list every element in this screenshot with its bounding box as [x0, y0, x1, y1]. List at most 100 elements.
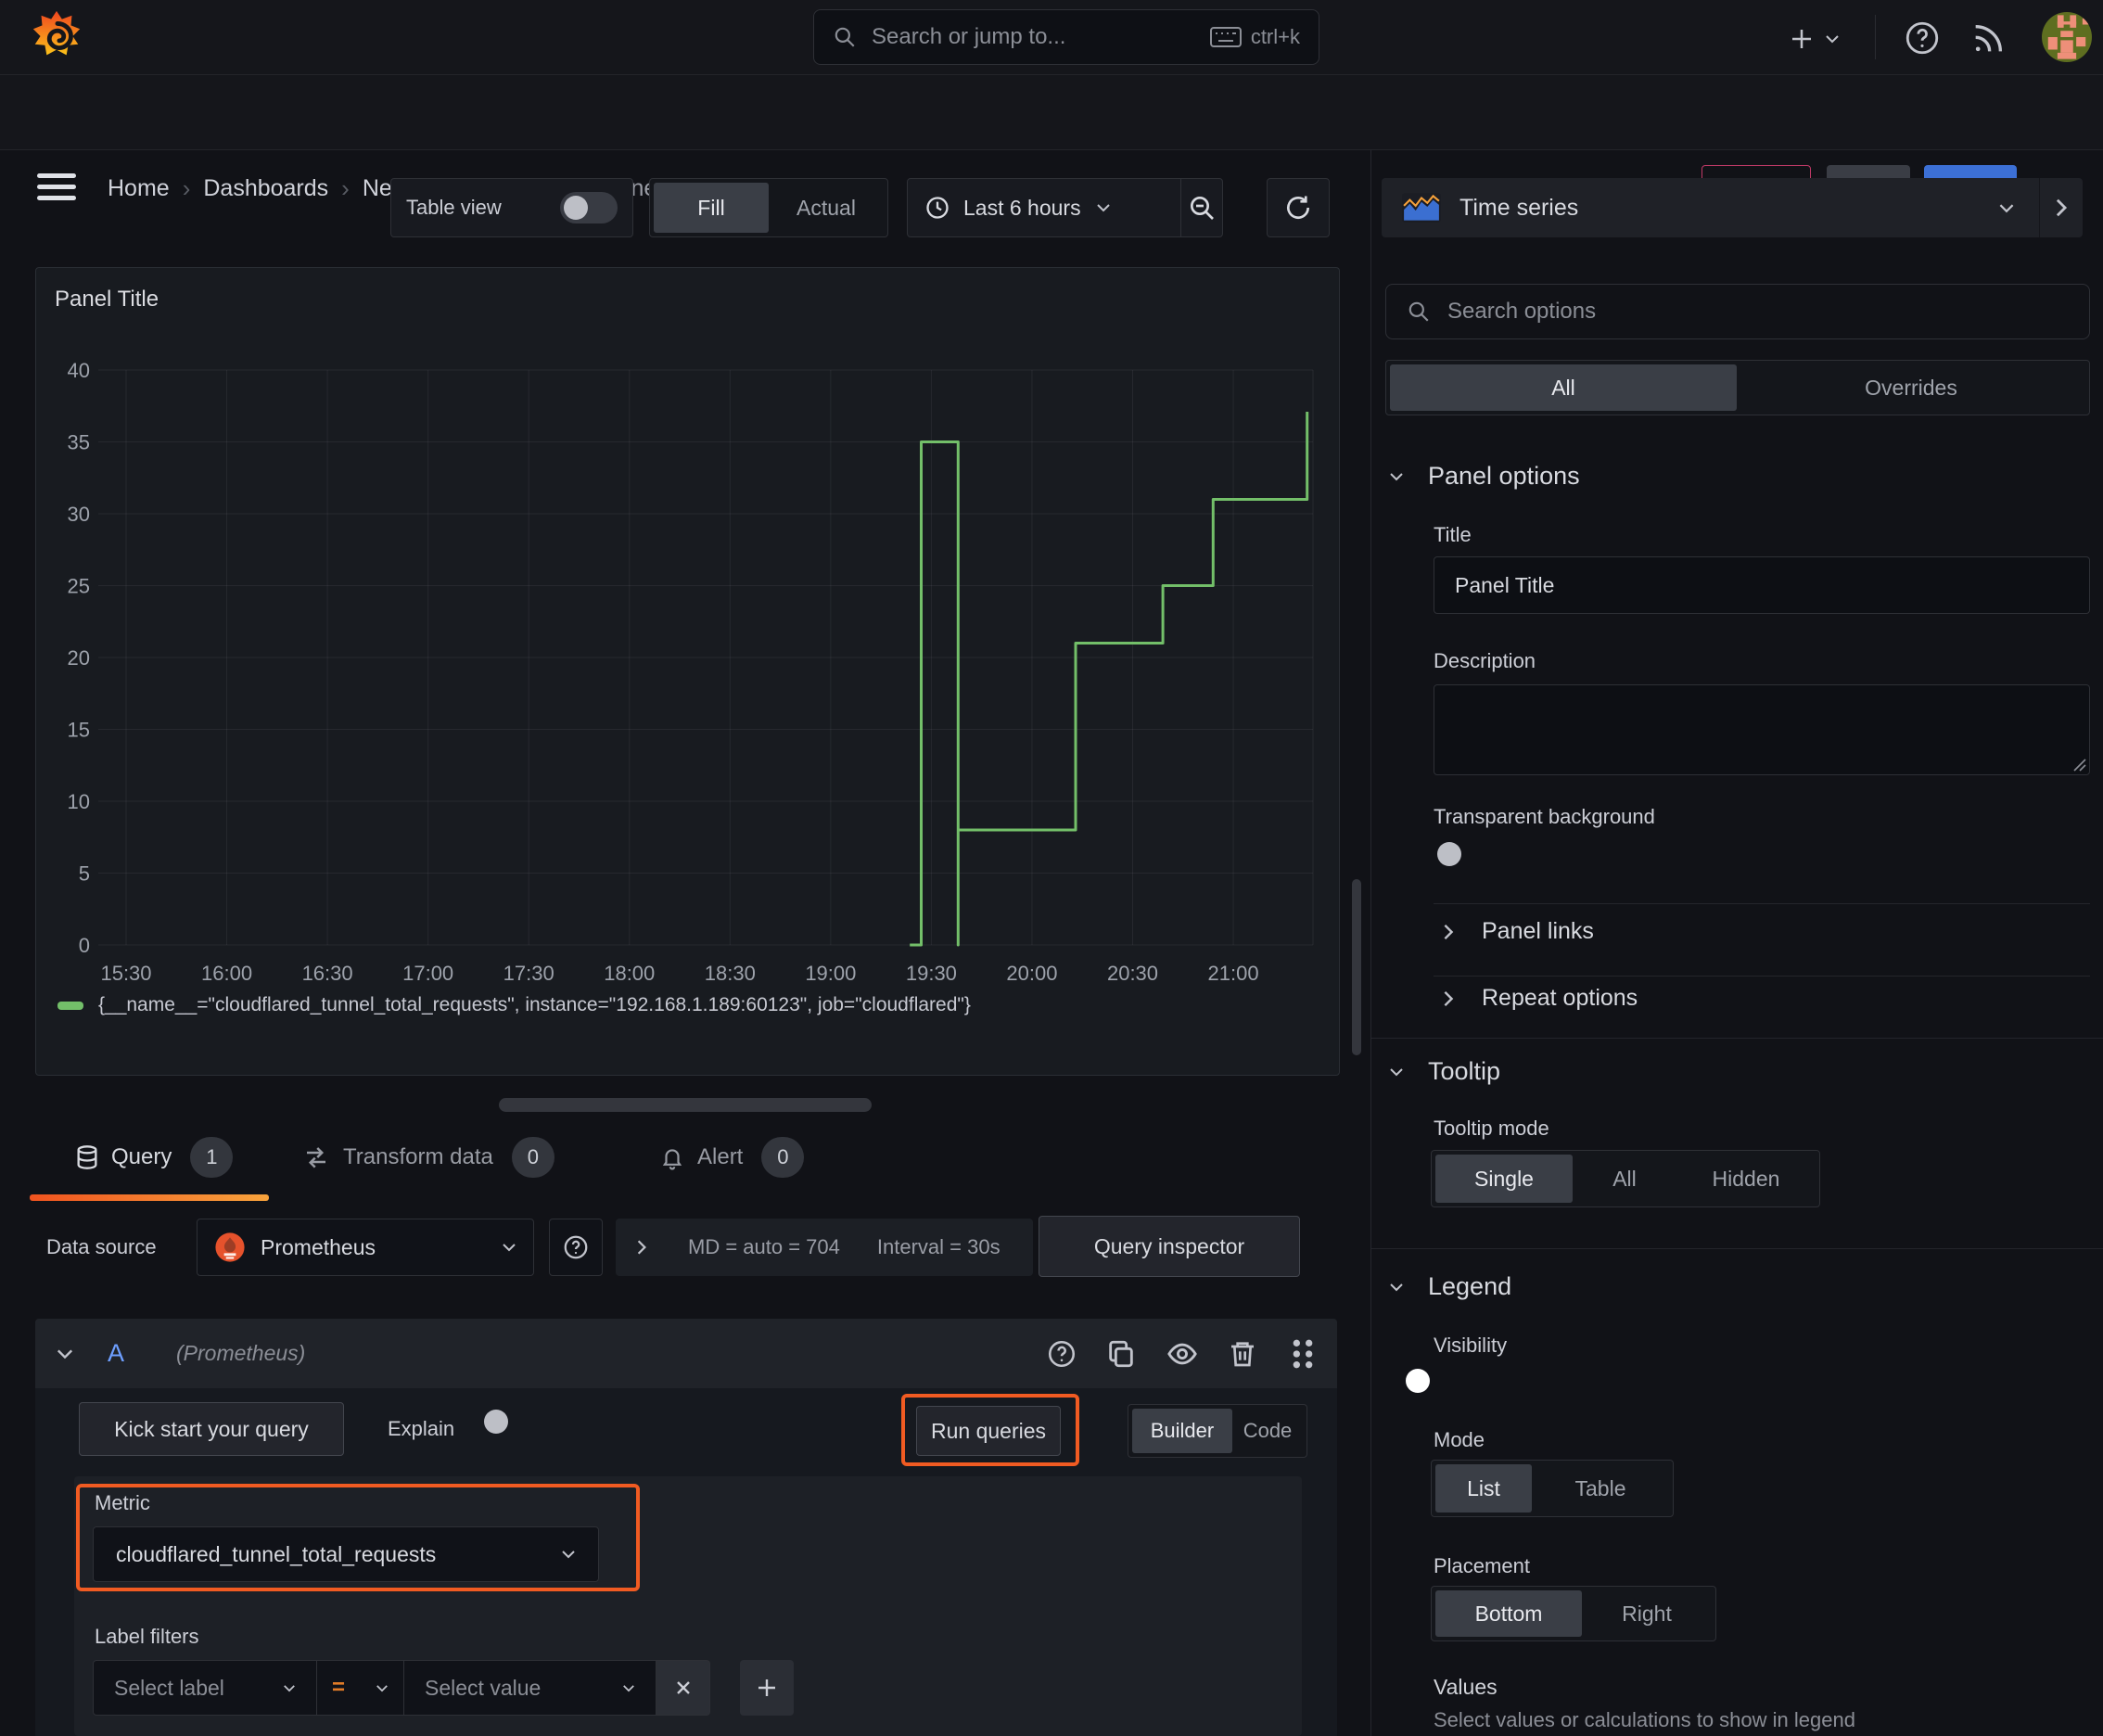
legend-mode-list[interactable]: List [1435, 1464, 1532, 1513]
legend-mode-table[interactable]: Table [1532, 1464, 1669, 1513]
refresh-icon [1283, 193, 1313, 223]
time-series-chart[interactable]: 0 5 10 15 20 25 30 35 40 15:30 16:00 16:30 17:00 17:3… [36, 268, 1339, 1010]
select-value-dropdown[interactable]: Select value [404, 1660, 656, 1716]
menu-button[interactable] [37, 173, 76, 201]
svg-text:30: 30 [68, 503, 90, 526]
close-icon [674, 1679, 693, 1697]
remove-filter-button[interactable] [656, 1660, 710, 1716]
options-search[interactable]: Search options [1385, 284, 2090, 339]
help-button[interactable] [1903, 19, 1942, 57]
select-value-placeholder: Select value [425, 1675, 542, 1700]
label-filter-row: Select label = Select value [93, 1660, 794, 1716]
time-series-viz-icon [1402, 192, 1441, 223]
panel-options-header[interactable]: Panel options [1389, 462, 1580, 491]
zoom-out-button[interactable] [1181, 193, 1222, 223]
transparent-background-label: Transparent background [1434, 805, 1655, 828]
panel-links-section[interactable]: Panel links [1443, 918, 1594, 945]
breadcrumb-dashboards[interactable]: Dashboards [203, 175, 328, 202]
grafana-logo[interactable] [28, 8, 85, 66]
new-button[interactable] [1788, 20, 1840, 57]
legend-placement-bottom[interactable]: Bottom [1435, 1590, 1582, 1637]
query-row-header[interactable]: A (Prometheus) [35, 1319, 1337, 1388]
legend-heading: Legend [1428, 1272, 1512, 1300]
search-placeholder: Search or jump to... [872, 24, 1066, 49]
delete-query-icon[interactable] [1228, 1338, 1257, 1370]
svg-text:17:30: 17:30 [503, 962, 554, 985]
tab-alert[interactable]: Alert 0 [660, 1133, 805, 1181]
user-avatar[interactable] [2042, 12, 2092, 62]
svg-text:15: 15 [68, 719, 90, 742]
repeat-options-section[interactable]: Repeat options [1443, 985, 1638, 1012]
legend-series-name[interactable]: {__name__="cloudflared_tunnel_total_requ… [98, 994, 971, 1016]
datasource-help-button[interactable] [549, 1219, 603, 1276]
panel-title-input[interactable] [1434, 556, 2090, 614]
legend-header[interactable]: Legend [1389, 1272, 1511, 1301]
svg-text:25: 25 [68, 575, 90, 598]
refresh-button[interactable] [1267, 178, 1330, 237]
collapse-sidebar-button[interactable] [2040, 198, 2083, 218]
tooltip-mode-single[interactable]: Single [1435, 1155, 1573, 1203]
svg-text:19:30: 19:30 [906, 962, 957, 985]
chevron-down-icon [1998, 203, 2015, 213]
tooltip-mode-hidden[interactable]: Hidden [1676, 1155, 1816, 1203]
svg-text:20: 20 [68, 646, 90, 670]
search-icon [833, 25, 857, 49]
datasource-label: Data source [46, 1235, 157, 1258]
tab-transform-data[interactable]: Transform data 0 [302, 1133, 554, 1181]
breadcrumb-bar: Home › Dashboards › New dashboard › Edit… [0, 75, 2103, 211]
tooltip-mode-switch: Single All Hidden [1431, 1150, 1820, 1207]
actual-option[interactable]: Actual [769, 183, 884, 233]
toggle-visibility-icon[interactable] [1165, 1338, 1200, 1370]
metric-value: cloudflared_tunnel_total_requests [116, 1541, 437, 1566]
global-search[interactable]: Search or jump to... ctrl+k [813, 9, 1319, 65]
breadcrumb-separator: › [182, 173, 191, 202]
visualization-name: Time series [1459, 194, 1579, 221]
metric-select[interactable]: cloudflared_tunnel_total_requests [93, 1526, 599, 1582]
builder-option[interactable]: Builder [1132, 1409, 1232, 1453]
add-filter-button[interactable] [740, 1660, 794, 1716]
tooltip-mode-all[interactable]: All [1573, 1155, 1676, 1203]
table-view-toggle-group[interactable]: Table view [390, 178, 633, 237]
svg-text:0: 0 [79, 934, 90, 957]
svg-text:15:30: 15:30 [100, 962, 151, 985]
code-option[interactable]: Code [1232, 1409, 1303, 1453]
visualization-picker[interactable]: Time series [1382, 178, 2083, 237]
breadcrumb-separator: › [341, 173, 350, 202]
tab-overrides[interactable]: Overrides [1737, 364, 2085, 411]
vertical-scrollbar[interactable] [1352, 879, 1361, 1055]
category-divider [1371, 1248, 2103, 1249]
duplicate-query-icon[interactable] [1105, 1338, 1137, 1370]
query-inspector-button[interactable]: Query inspector [1039, 1216, 1300, 1277]
query-ref-id[interactable]: A [108, 1339, 124, 1368]
interval-stat: Interval = 30s [876, 1235, 1001, 1258]
news-button[interactable] [1969, 20, 2007, 57]
chart-legend[interactable]: {__name__="cloudflared_tunnel_total_requ… [57, 991, 971, 1019]
table-view-toggle[interactable] [560, 192, 618, 223]
operator-dropdown[interactable]: = [317, 1660, 404, 1716]
chevron-down-icon[interactable] [56, 1348, 74, 1359]
tooltip-header[interactable]: Tooltip [1389, 1057, 1500, 1086]
drag-handle-icon[interactable] [1289, 1335, 1317, 1372]
horizontal-scrollbar[interactable] [499, 1098, 872, 1112]
breadcrumb-home[interactable]: Home [108, 175, 170, 202]
datasource-picker[interactable]: Prometheus [197, 1219, 534, 1276]
mode-label: Mode [1434, 1428, 1485, 1451]
resize-handle-icon[interactable] [2071, 757, 2086, 772]
fill-option[interactable]: Fill [654, 183, 769, 233]
run-queries-button[interactable]: Run queries [916, 1406, 1061, 1456]
svg-text:16:30: 16:30 [302, 962, 353, 985]
title-label: Title [1434, 523, 1472, 546]
query-options-bar[interactable]: MD = auto = 704 Interval = 30s [616, 1219, 1033, 1276]
select-label-dropdown[interactable]: Select label [93, 1660, 317, 1716]
legend-placement-right[interactable]: Right [1582, 1590, 1712, 1637]
top-nav: Search or jump to... ctrl+k [0, 0, 2103, 75]
tab-all[interactable]: All [1390, 364, 1737, 411]
options-sidebar-border [1370, 150, 1371, 1736]
description-textarea[interactable] [1434, 684, 2090, 775]
chevron-down-icon [1096, 203, 1111, 212]
kickstart-button[interactable]: Kick start your query [79, 1402, 344, 1456]
time-range-picker[interactable]: Last 6 hours [908, 179, 1180, 236]
values-label: Values [1434, 1675, 1498, 1699]
query-help-icon[interactable] [1046, 1338, 1077, 1370]
tab-query[interactable]: Query 1 [74, 1133, 234, 1181]
